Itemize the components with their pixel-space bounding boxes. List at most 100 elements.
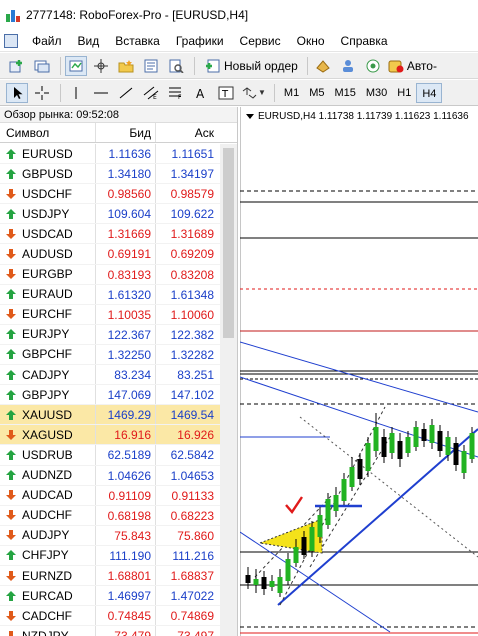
symbol-name: EURNZD bbox=[22, 568, 72, 583]
new-order-button[interactable]: Новый ордер bbox=[199, 55, 303, 77]
chart-window-icon[interactable] bbox=[4, 33, 18, 48]
market-watch-row[interactable]: NZDJPY 73.47973.497 bbox=[0, 626, 220, 636]
ask-cell: 16.926 bbox=[177, 428, 214, 443]
market-watch-row[interactable]: GBPJPY 147.069 147.102 bbox=[0, 385, 220, 406]
toolbar-separator bbox=[306, 56, 308, 75]
menu-window[interactable]: Окно bbox=[289, 30, 333, 52]
new-order-icon bbox=[206, 59, 220, 72]
market-watch-row[interactable]: USDJPY 109.604 109.622 bbox=[0, 204, 220, 225]
signals-button[interactable] bbox=[362, 56, 384, 76]
timeframe-m15[interactable]: M15 bbox=[329, 83, 360, 103]
menu-tools[interactable]: Сервис bbox=[232, 30, 289, 52]
column-ask[interactable]: Аск bbox=[156, 123, 218, 142]
horizontal-line-button[interactable] bbox=[90, 83, 112, 103]
menu-help[interactable]: Справка bbox=[333, 30, 396, 52]
vertical-line-button[interactable] bbox=[65, 83, 87, 103]
candle-body bbox=[365, 443, 371, 471]
ask-cell: 1.04653 bbox=[170, 468, 214, 483]
bid-cell: 1.11636 bbox=[96, 144, 156, 164]
menu-charts[interactable]: Графики bbox=[168, 30, 232, 52]
cursor-tool-button[interactable] bbox=[6, 82, 28, 103]
market-watch-row[interactable]: AUDCHF 0.68198 0.68223 bbox=[0, 505, 220, 526]
equidistant-channel-button[interactable]: E bbox=[140, 83, 162, 103]
arrow-down-icon bbox=[6, 249, 16, 260]
market-watch-row[interactable]: EURCAD 1.46997 1.47022 bbox=[0, 586, 220, 607]
market-watch-row[interactable]: USDCHF 0.98560 0.98579 bbox=[0, 184, 220, 205]
svg-text:T: T bbox=[221, 89, 229, 100]
market-watch-scrollbar[interactable] bbox=[220, 144, 237, 636]
symbol-cell: XAUUSD bbox=[0, 405, 96, 425]
symbol-name: EURCHF bbox=[22, 307, 72, 322]
arrows-dropdown-button[interactable]: ▼ bbox=[240, 83, 267, 103]
ask-cell: 1.47022 bbox=[170, 589, 214, 604]
column-bid[interactable]: Бид bbox=[96, 123, 156, 142]
market-watch-row[interactable]: XAGUSD 16.916 16.926 bbox=[0, 425, 220, 446]
menu-insert[interactable]: Вставка bbox=[107, 30, 168, 52]
bid-cell: 122.367 bbox=[96, 324, 156, 344]
auto-trading-label: Авто- bbox=[406, 58, 437, 73]
market-watch-row[interactable]: XAUUSD 1469.29 1469.54 bbox=[0, 405, 220, 426]
timeframe-m30[interactable]: M30 bbox=[361, 83, 392, 103]
scrollbar-thumb[interactable] bbox=[223, 148, 234, 338]
market-watch-row[interactable]: AUDUSD 0.69191 0.69209 bbox=[0, 244, 220, 265]
candle-body bbox=[269, 581, 275, 587]
candle-body bbox=[397, 441, 403, 459]
market-watch-row[interactable]: EURAUD 1.61320 1.61348 bbox=[0, 284, 220, 305]
candle-body bbox=[285, 559, 291, 581]
price-chart[interactable] bbox=[240, 107, 478, 636]
text-tool-button[interactable]: A bbox=[190, 83, 212, 103]
market-watch-row[interactable]: AUDNZD 1.04626 1.04653 bbox=[0, 465, 220, 486]
column-symbol[interactable]: Символ bbox=[0, 123, 96, 142]
market-watch-row[interactable]: AUDJPY 75.843 75.860 bbox=[0, 525, 220, 546]
arrow-down-icon bbox=[6, 429, 16, 440]
arrows-icon bbox=[242, 86, 257, 99]
market-watch-row[interactable]: GBPCHF 1.32250 1.32282 bbox=[0, 344, 220, 366]
options-button[interactable] bbox=[337, 56, 359, 76]
symbol-name: AUDCAD bbox=[22, 488, 73, 503]
signals-icon bbox=[366, 59, 380, 72]
strategy-tester-icon bbox=[169, 59, 184, 73]
market-watch-row[interactable]: EURGBP 0.83193 0.83208 bbox=[0, 264, 220, 285]
ask-cell: 122.382 bbox=[170, 327, 214, 342]
bid-cell: 0.68198 bbox=[96, 505, 156, 525]
arrow-up-icon bbox=[6, 369, 16, 380]
market-watch-row[interactable]: CADJPY 83.234 83.251 bbox=[0, 365, 220, 386]
navigator-button[interactable] bbox=[115, 56, 137, 76]
metaeditor-button[interactable] bbox=[312, 56, 334, 76]
chart-window[interactable]: EURUSD,H4 1.11738 1.11739 1.11623 1.1163… bbox=[240, 107, 478, 636]
candle-body bbox=[413, 427, 419, 447]
new-chart-button[interactable] bbox=[6, 56, 28, 76]
timeframe-m5[interactable]: M5 bbox=[304, 83, 329, 103]
ask-cell: 111.216 bbox=[172, 548, 214, 563]
market-watch-row[interactable]: EURJPY 122.367 122.382 bbox=[0, 324, 220, 345]
ask-cell: 83.251 bbox=[177, 368, 214, 383]
crosshair-button[interactable] bbox=[90, 56, 112, 76]
menu-file[interactable]: Файл bbox=[24, 30, 70, 52]
market-watch-row[interactable]: CADCHF 0.74845 0.74869 bbox=[0, 606, 220, 627]
market-watch-row[interactable]: AUDCAD 0.91109 0.91133 bbox=[0, 485, 220, 506]
timeframe-m1[interactable]: M1 bbox=[279, 83, 304, 103]
trendline-button[interactable] bbox=[115, 83, 137, 103]
profiles-button[interactable] bbox=[31, 56, 53, 76]
candle-body bbox=[341, 479, 347, 501]
terminal-button[interactable] bbox=[140, 56, 162, 76]
toolbar-separator bbox=[273, 83, 275, 102]
candle-body bbox=[245, 575, 251, 583]
market-watch-row[interactable]: GBPUSD 1.34180 1.34197 bbox=[0, 164, 220, 185]
market-watch-button[interactable] bbox=[65, 55, 87, 76]
auto-trading-button[interactable]: Авто- bbox=[387, 56, 438, 76]
strategy-tester-button[interactable] bbox=[165, 56, 187, 76]
timeframe-h1[interactable]: H1 bbox=[392, 83, 416, 103]
crosshair-tool-button[interactable] bbox=[31, 83, 53, 103]
text-label-button[interactable]: T bbox=[215, 83, 237, 103]
market-watch-row[interactable]: EURNZD 1.68801 1.68837 bbox=[0, 565, 220, 587]
terminal-icon bbox=[144, 59, 158, 72]
market-watch-row[interactable]: USDCAD 1.31669 1.31689 bbox=[0, 224, 220, 245]
fibonacci-button[interactable]: F bbox=[165, 83, 187, 103]
menu-view[interactable]: Вид bbox=[70, 30, 108, 52]
market-watch-row[interactable]: USDRUB 62.5189 62.5842 bbox=[0, 445, 220, 466]
market-watch-row[interactable]: EURCHF 1.10035 1.10060 bbox=[0, 304, 220, 325]
market-watch-row[interactable]: EURUSD 1.11636 1.11651 bbox=[0, 144, 220, 165]
market-watch-row[interactable]: CHFJPY 111.190 111.216 bbox=[0, 545, 220, 566]
timeframe-h4[interactable]: H4 bbox=[416, 82, 443, 103]
